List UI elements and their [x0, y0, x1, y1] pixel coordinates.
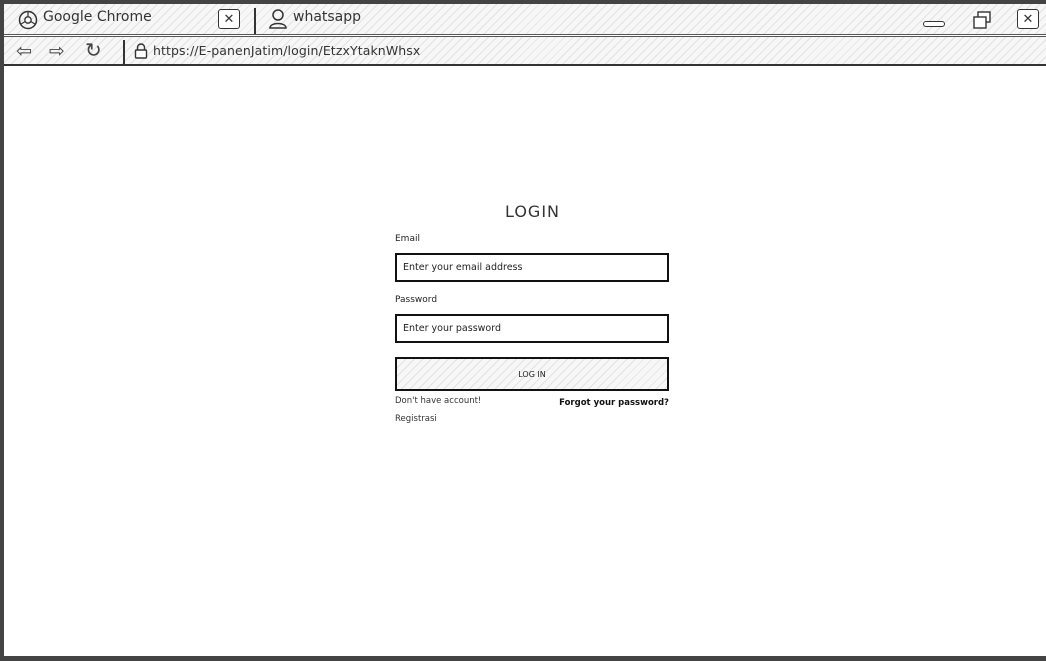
forward-arrow-icon[interactable]: ⇨ — [49, 41, 65, 61]
restore-icon[interactable] — [972, 10, 992, 30]
url-field[interactable]: https://E-panenJatim/login/EtzxYtaknWhsx — [153, 43, 420, 58]
email-label: Email — [395, 234, 420, 244]
tab-title[interactable]: whatsapp — [293, 9, 361, 25]
register-link[interactable]: Registrasi — [395, 414, 437, 424]
login-button[interactable]: LOG IN — [395, 357, 669, 391]
page-title: LOGIN — [504, 202, 561, 221]
minimize-icon[interactable] — [923, 21, 945, 27]
chrome-logo-icon — [18, 10, 38, 30]
app-title: Google Chrome — [43, 9, 152, 25]
close-window-icon[interactable]: ✕ — [1017, 9, 1039, 29]
no-account-text: Don't have account! — [395, 396, 482, 406]
close-tab-icon[interactable]: ✕ — [218, 9, 240, 29]
email-field[interactable] — [395, 253, 669, 282]
back-arrow-icon[interactable]: ⇦ — [16, 41, 32, 61]
tab-divider — [254, 8, 256, 34]
password-field[interactable] — [395, 314, 669, 343]
reload-icon[interactable]: ↻ — [85, 40, 102, 60]
user-icon — [268, 8, 288, 30]
lock-icon — [134, 43, 148, 59]
forgot-password-link[interactable]: Forgot your password? — [559, 398, 669, 408]
browser-titlebar: Google Chrome ✕ whatsapp ✕ — [4, 4, 1046, 35]
password-label: Password — [395, 295, 438, 305]
address-bar: ⇦ ⇨ ↻ https://E-panenJatim/login/EtzxYta… — [4, 36, 1046, 66]
address-divider — [123, 40, 125, 64]
